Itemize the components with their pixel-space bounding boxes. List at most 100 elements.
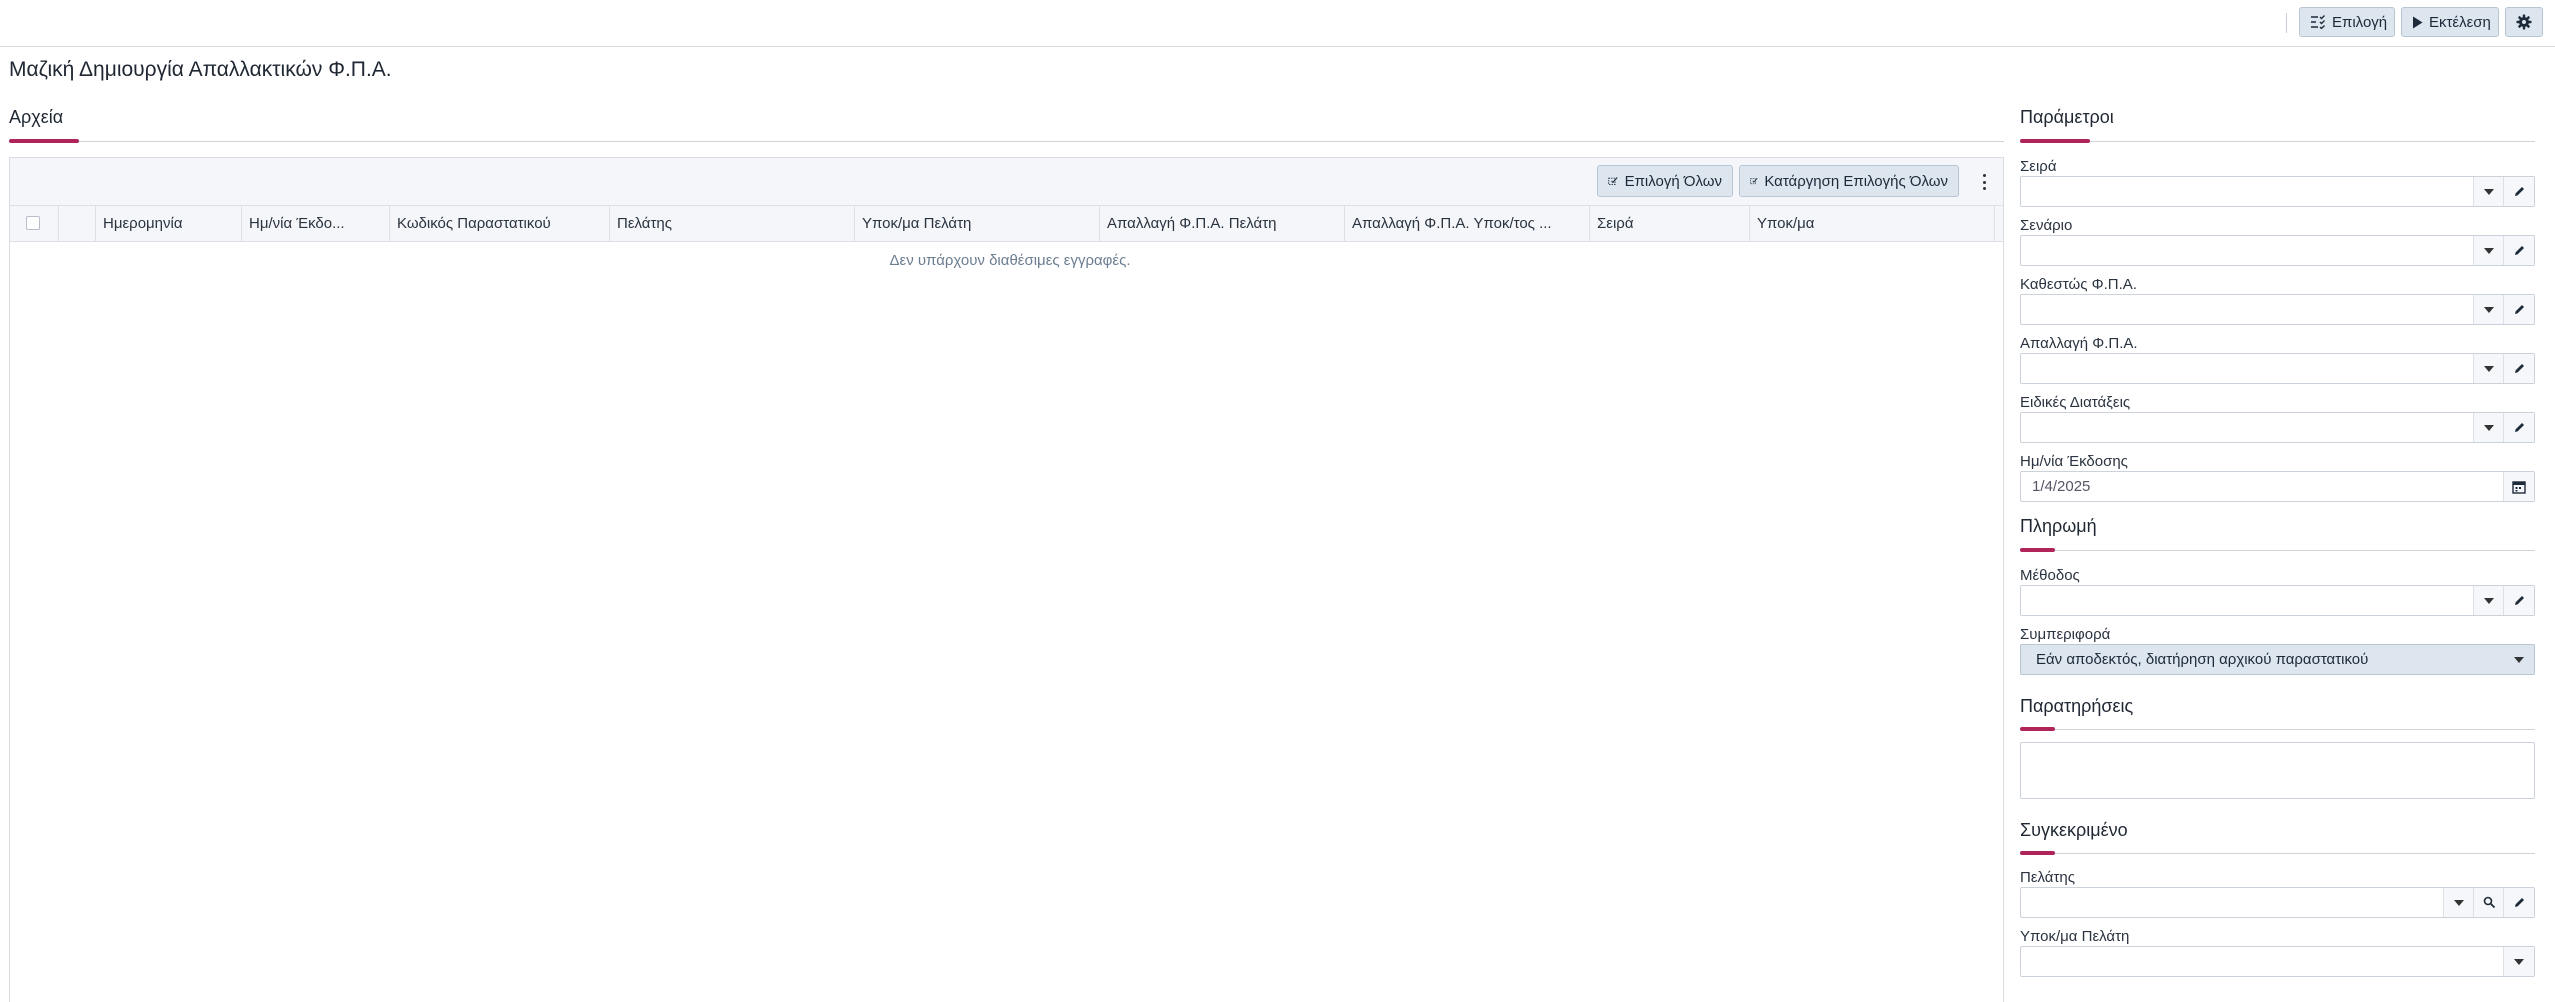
chevron-down-icon xyxy=(2484,247,2494,254)
select-list-icon xyxy=(2311,15,2325,29)
scenario-dropdown-button[interactable] xyxy=(2473,236,2504,265)
customer-field[interactable] xyxy=(2020,887,2535,918)
column-header-customer[interactable]: Πελάτης xyxy=(610,206,855,242)
payment-method-dropdown-button[interactable] xyxy=(2473,586,2504,615)
column-header-branch[interactable]: Υποκ/μα xyxy=(1750,206,1995,242)
special-provisions-label: Ειδικές Διατάξεις xyxy=(2020,394,2131,411)
payment-method-label: Μέθοδος xyxy=(2020,567,2080,584)
column-header-series[interactable]: Σειρά xyxy=(1590,206,1750,242)
payment-section-divider xyxy=(2020,550,2535,551)
select-all-icon xyxy=(1608,177,1618,185)
files-section-divider xyxy=(9,141,2004,142)
issue-date-picker-button[interactable] xyxy=(2503,472,2534,501)
chevron-down-icon xyxy=(2514,656,2524,663)
payment-section-accent xyxy=(2020,548,2055,552)
parameters-section-title: Παράμετροι xyxy=(2020,107,2114,127)
pencil-icon xyxy=(2514,596,2524,605)
run-button-label: Εκτέλεση xyxy=(2429,13,2491,31)
customer-search-button[interactable] xyxy=(2473,888,2504,917)
notes-section-accent xyxy=(2020,727,2055,731)
deselect-all-label: Κατάργηση Επιλογής Όλων xyxy=(1764,172,1948,190)
issue-date-value: 1/4/2025 xyxy=(2032,478,2091,495)
grid-more-options-icon[interactable] xyxy=(1976,172,1992,192)
chevron-down-icon xyxy=(2484,188,2494,195)
series-label: Σειρά xyxy=(2020,158,2057,175)
series-edit-button[interactable] xyxy=(2503,177,2534,206)
files-section-accent xyxy=(9,139,79,143)
chevron-down-icon xyxy=(2484,597,2494,604)
scenario-edit-button[interactable] xyxy=(2503,236,2534,265)
behavior-select[interactable]: Εάν αποδεκτός, διατήρηση αρχικού παραστα… xyxy=(2020,644,2535,675)
run-button[interactable]: Εκτέλεση xyxy=(2401,7,2499,37)
select-all-label: Επιλογή Όλων xyxy=(1624,172,1722,190)
notes-section-title: Παρατηρήσεις xyxy=(2020,696,2134,716)
chevron-down-icon xyxy=(2484,306,2494,313)
behavior-dropdown-button[interactable] xyxy=(2504,645,2534,674)
calendar-icon xyxy=(2512,480,2526,494)
behavior-value: Εάν αποδεκτός, διατήρηση αρχικού παραστα… xyxy=(2036,651,2369,668)
issue-date-field[interactable]: 1/4/2025 xyxy=(2020,471,2535,502)
special-provisions-field[interactable] xyxy=(2020,412,2535,443)
vat-exemption-dropdown-button[interactable] xyxy=(2473,354,2504,383)
select-all-checkbox[interactable] xyxy=(26,216,40,230)
special-provisions-edit-button[interactable] xyxy=(2503,413,2534,442)
vat-status-dropdown-button[interactable] xyxy=(2473,295,2504,324)
column-header-date[interactable]: Ημερομηνία xyxy=(96,206,242,242)
customer-branch-label: Υποκ/μα Πελάτη xyxy=(2020,928,2130,945)
specific-section-accent xyxy=(2020,851,2055,855)
pencil-icon xyxy=(2514,246,2524,255)
chevron-down-icon xyxy=(2484,424,2494,431)
scenario-field[interactable] xyxy=(2020,235,2535,266)
pencil-icon xyxy=(2514,423,2524,432)
column-header-customer-branch[interactable]: Υποκ/μα Πελάτη xyxy=(855,206,1100,242)
vat-status-field[interactable] xyxy=(2020,294,2535,325)
column-header-branch-vat-exemption[interactable]: Απαλλαγή Φ.Π.Α. Υποκ/τος ... xyxy=(1345,206,1590,242)
pencil-icon xyxy=(2514,898,2524,907)
vat-exemption-field[interactable] xyxy=(2020,353,2535,384)
vat-status-edit-button[interactable] xyxy=(2503,295,2534,324)
play-icon xyxy=(2413,16,2423,28)
special-provisions-dropdown-button[interactable] xyxy=(2473,413,2504,442)
series-dropdown-button[interactable] xyxy=(2473,177,2504,206)
notes-textarea[interactable] xyxy=(2020,742,2535,799)
notes-section-divider xyxy=(2020,729,2535,730)
chevron-down-icon xyxy=(2484,365,2494,372)
issue-date-label: Ημ/νία Έκδοσης xyxy=(2020,453,2128,470)
top-toolbar: Επιλογή Εκτέλεση xyxy=(0,0,2555,47)
files-section-title: Αρχεία xyxy=(9,107,64,127)
grid-header-row: Ημερομηνία Ημ/νία Έκδο... Κωδικός Παραστ… xyxy=(10,206,2003,242)
payment-method-field[interactable] xyxy=(2020,585,2535,616)
customer-dropdown-button[interactable] xyxy=(2443,888,2474,917)
vat-exemption-label: Απαλλαγή Φ.Π.Α. xyxy=(2020,335,2138,352)
deselect-all-button[interactable]: Κατάργηση Επιλογής Όλων xyxy=(1739,165,1959,197)
customer-branch-field[interactable] xyxy=(2020,946,2535,977)
select-button-label: Επιλογή xyxy=(2332,13,2388,31)
pencil-icon xyxy=(2514,305,2524,314)
customer-branch-dropdown-button[interactable] xyxy=(2503,947,2534,976)
column-header-customer-vat-exemption[interactable]: Απαλλαγή Φ.Π.Α. Πελάτη xyxy=(1100,206,1345,242)
specific-section-divider xyxy=(2020,853,2535,854)
settings-button[interactable] xyxy=(2505,7,2543,37)
series-field[interactable] xyxy=(2020,176,2535,207)
payment-method-edit-button[interactable] xyxy=(2503,586,2534,615)
customer-edit-button[interactable] xyxy=(2503,888,2534,917)
scenario-label: Σενάριο xyxy=(2020,217,2073,234)
search-icon xyxy=(2483,896,2495,909)
column-header-document-code[interactable]: Κωδικός Παραστατικού xyxy=(390,206,610,242)
row-indicator-column xyxy=(59,206,96,242)
select-all-checkbox-cell[interactable] xyxy=(10,206,59,242)
chevron-down-icon xyxy=(2454,899,2464,906)
pencil-icon xyxy=(2514,187,2524,196)
parameters-section-divider xyxy=(2020,141,2535,142)
select-all-button[interactable]: Επιλογή Όλων xyxy=(1597,165,1733,197)
customer-label: Πελάτης xyxy=(2020,869,2075,886)
select-button[interactable]: Επιλογή xyxy=(2299,7,2395,37)
column-header-issue-date[interactable]: Ημ/νία Έκδο... xyxy=(242,206,390,242)
vat-status-label: Καθεστώς Φ.Π.Α. xyxy=(2020,276,2137,293)
specific-section-title: Συγκεκριμένο xyxy=(2020,820,2128,840)
page-title: Μαζική Δημιουργία Απαλλακτικών Φ.Π.Α. xyxy=(9,58,392,81)
vat-exemption-edit-button[interactable] xyxy=(2503,354,2534,383)
grid-empty-message: Δεν υπάρχουν διαθέσιμες εγγραφές. xyxy=(889,252,1131,269)
files-grid: Επιλογή Όλων Κατάργηση Επιλογής Όλων Ημε… xyxy=(9,157,2004,1002)
parameters-section-accent xyxy=(2020,139,2090,143)
